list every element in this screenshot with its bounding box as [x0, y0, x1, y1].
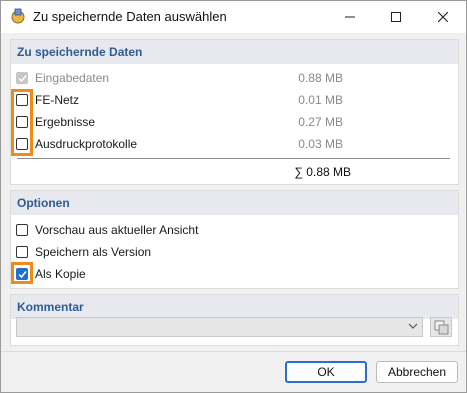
- minimize-icon: [345, 16, 355, 18]
- data-item-ergebnisse[interactable]: Ergebnisse 0.27 MB: [11, 112, 458, 134]
- ok-button[interactable]: OK: [285, 361, 367, 383]
- data-section: Zu speichernde Daten Eingabedaten 0.88 M…: [10, 39, 459, 185]
- comment-combobox[interactable]: [16, 317, 423, 337]
- total-separator: [17, 158, 450, 159]
- option-speichern-als-version[interactable]: Speichern als Version: [11, 242, 458, 264]
- data-section-title: Zu speichernde Daten: [17, 45, 143, 59]
- options-section: Optionen Vorschau aus aktueller Ansicht …: [10, 190, 459, 289]
- cancel-button[interactable]: Abbrechen: [376, 361, 458, 383]
- minimize-button[interactable]: [327, 1, 373, 33]
- options-section-header: Optionen: [11, 191, 458, 215]
- data-item-fe-netz[interactable]: FE-Netz 0.01 MB: [11, 90, 458, 112]
- als-kopie-highlight: [11, 262, 33, 284]
- speichern-als-version-label[interactable]: Speichern als Version: [35, 245, 151, 259]
- vorschau-checkbox[interactable]: [16, 224, 28, 236]
- footer-separator: [1, 351, 466, 352]
- comment-section-title: Kommentar: [17, 300, 84, 314]
- app-icon: [11, 8, 25, 24]
- data-section-header: Zu speichernde Daten: [11, 40, 458, 64]
- check-icon: [18, 75, 27, 83]
- close-button[interactable]: [420, 1, 466, 33]
- title-bar: Zu speichernde Daten auswählen: [1, 1, 466, 33]
- option-vorschau[interactable]: Vorschau aus aktueller Ansicht: [11, 220, 458, 242]
- speichern-als-version-checkbox[interactable]: [16, 246, 28, 258]
- close-icon: [438, 12, 448, 22]
- comment-section: Kommentar: [10, 294, 459, 346]
- chevron-down-icon[interactable]: [408, 321, 418, 331]
- comment-section-header: Kommentar: [11, 295, 458, 319]
- ergebnisse-size: 0.27 MB: [298, 115, 343, 129]
- copy-icon: [434, 320, 449, 335]
- eingabedaten-label: Eingabedaten: [35, 71, 110, 85]
- ausdruckprotokolle-size: 0.03 MB: [298, 137, 343, 151]
- ausdruckprotokolle-label[interactable]: Ausdruckprotokolle: [35, 137, 137, 151]
- fe-netz-label[interactable]: FE-Netz: [35, 93, 79, 107]
- options-section-title: Optionen: [17, 196, 70, 210]
- window-title: Zu speichernde Daten auswählen: [33, 9, 227, 24]
- copy-comment-button[interactable]: [430, 317, 452, 337]
- eingabedaten-size: 0.88 MB: [298, 71, 343, 85]
- ergebnisse-label[interactable]: Ergebnisse: [35, 115, 95, 129]
- option-als-kopie[interactable]: Als Kopie: [11, 264, 458, 286]
- total-size: ∑ 0.88 MB: [294, 165, 351, 179]
- fe-netz-size: 0.01 MB: [298, 93, 343, 107]
- maximize-icon: [391, 12, 401, 22]
- checkbox-highlight: [11, 89, 33, 156]
- vorschau-label[interactable]: Vorschau aus aktueller Ansicht: [35, 223, 198, 237]
- total-row: ∑ 0.88 MB: [11, 161, 458, 183]
- dialog-window: Zu speichernde Daten auswählen Zu speich…: [0, 0, 467, 393]
- maximize-button[interactable]: [373, 1, 419, 33]
- data-item-eingabedaten: Eingabedaten 0.88 MB: [11, 68, 458, 90]
- eingabedaten-checkbox: [16, 72, 28, 84]
- data-item-ausdruckprotokolle[interactable]: Ausdruckprotokolle 0.03 MB: [11, 134, 458, 156]
- als-kopie-label[interactable]: Als Kopie: [35, 267, 86, 281]
